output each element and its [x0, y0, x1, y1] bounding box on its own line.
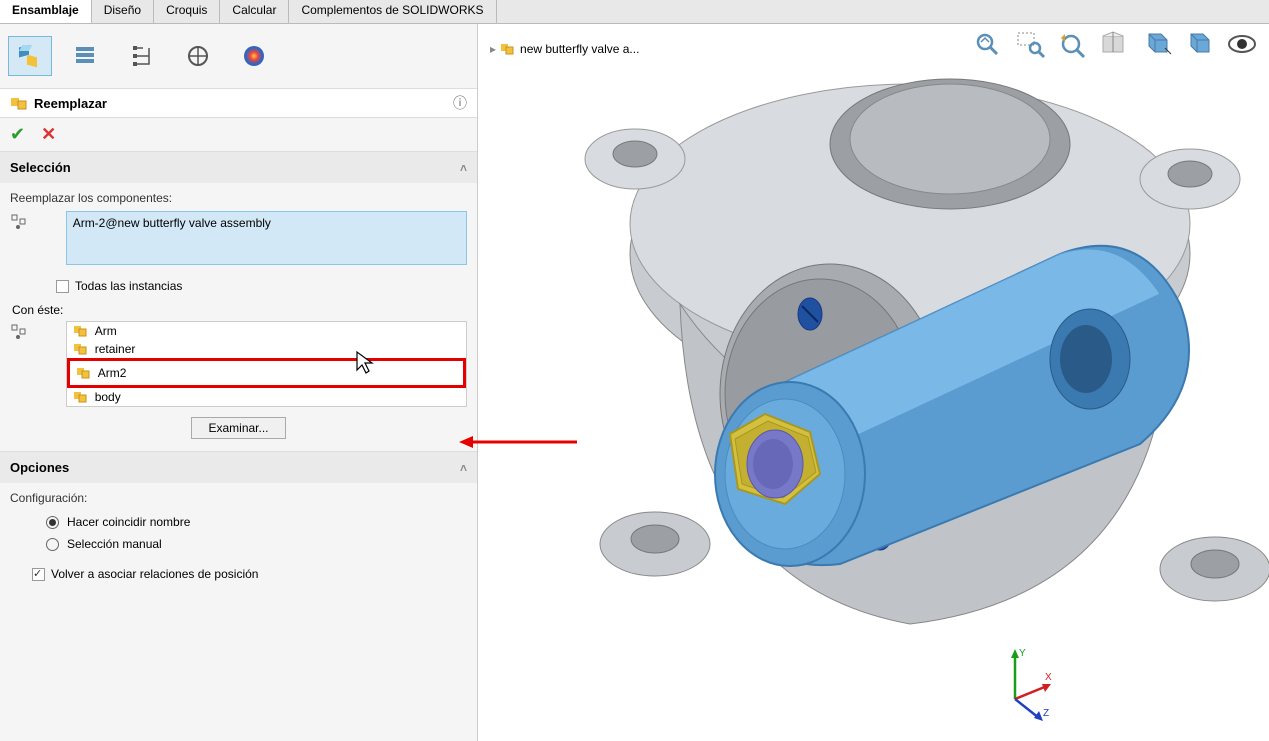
- replace-components-label: Reemplazar los componentes:: [10, 191, 467, 205]
- panel-toolbar: [0, 24, 477, 88]
- ok-button[interactable]: ✔: [10, 124, 25, 145]
- with-this-label: Con éste:: [12, 303, 467, 317]
- tab-calcular[interactable]: Calcular: [220, 0, 289, 23]
- list-item[interactable]: body: [67, 388, 466, 406]
- configuration-label: Configuración:: [10, 491, 467, 505]
- with-this-filter-icon[interactable]: [10, 323, 28, 341]
- match-name-radio[interactable]: [46, 516, 59, 529]
- tab-croquis[interactable]: Croquis: [154, 0, 220, 23]
- list-item-label: Arm: [95, 324, 117, 338]
- options-header-label: Opciones: [10, 460, 69, 475]
- selection-header-label: Selección: [10, 160, 71, 175]
- property-manager-tab[interactable]: [64, 36, 108, 76]
- display-manager-tab[interactable]: [232, 36, 276, 76]
- part-icon: [73, 324, 89, 338]
- list-item-label: body: [95, 390, 121, 404]
- selected-component-item[interactable]: Arm-2@new butterfly valve assembly: [73, 216, 460, 230]
- configuration-manager-tab[interactable]: [120, 36, 164, 76]
- command-title: Reemplazar: [34, 96, 453, 111]
- chevron-up-icon: ˄: [460, 161, 467, 175]
- options-section-header[interactable]: Opciones ˄: [0, 452, 477, 483]
- tab-ensamblaje[interactable]: Ensamblaje: [0, 0, 92, 23]
- replace-components-selectbox[interactable]: Arm-2@new butterfly valve assembly: [66, 211, 467, 265]
- options-section: Opciones ˄ Configuración: Hacer coincidi…: [0, 451, 477, 589]
- svg-text:Y: Y: [1019, 648, 1026, 659]
- all-instances-checkbox[interactable]: [56, 280, 69, 293]
- manual-selection-radio[interactable]: [46, 538, 59, 551]
- list-item-highlighted[interactable]: Arm2: [67, 358, 466, 388]
- selection-filter-icon[interactable]: [10, 213, 28, 231]
- selection-section-header[interactable]: Selección ˄: [0, 152, 477, 183]
- tab-complementos[interactable]: Complementos de SOLIDWORKS: [289, 0, 496, 23]
- graphics-viewport[interactable]: ▸ new butterfly valve a...: [480, 24, 1269, 741]
- chevron-up-icon: ˄: [460, 461, 467, 475]
- list-item-label: Arm2: [98, 366, 127, 380]
- property-manager-panel: Reemplazar ⓘ ✔ ✕ Selección ˄ Reemplazar …: [0, 24, 478, 741]
- part-icon: [76, 366, 92, 380]
- reassociate-mates-label: Volver a asociar relaciones de posición: [51, 567, 258, 581]
- cancel-button[interactable]: ✕: [41, 124, 56, 145]
- dimxpert-manager-tab[interactable]: [176, 36, 220, 76]
- ok-cancel-row: ✔ ✕: [0, 118, 477, 151]
- with-this-listbox[interactable]: Arm retainer Arm2 body: [66, 321, 467, 407]
- browse-button[interactable]: Examinar...: [191, 417, 285, 439]
- model-3d-view[interactable]: [480, 24, 1269, 741]
- mouse-cursor: [355, 350, 377, 376]
- list-item[interactable]: retainer: [67, 340, 466, 358]
- selection-section: Selección ˄ Reemplazar los componentes: …: [0, 151, 477, 451]
- feature-manager-tab[interactable]: [8, 36, 52, 76]
- all-instances-label: Todas las instancias: [75, 279, 182, 293]
- list-item-label: retainer: [95, 342, 136, 356]
- orientation-triad[interactable]: Y X Z: [995, 644, 1065, 724]
- help-icon[interactable]: ⓘ: [453, 93, 467, 113]
- command-header: Reemplazar ⓘ: [0, 88, 477, 118]
- tab-diseno[interactable]: Diseño: [92, 0, 154, 23]
- command-manager-tabs: Ensamblaje Diseño Croquis Calcular Compl…: [0, 0, 1269, 24]
- svg-text:X: X: [1045, 672, 1052, 683]
- part-icon: [73, 342, 89, 356]
- svg-text:Z: Z: [1043, 708, 1049, 719]
- manual-selection-label: Selección manual: [67, 537, 162, 551]
- reassociate-mates-checkbox[interactable]: [32, 568, 45, 581]
- match-name-label: Hacer coincidir nombre: [67, 515, 190, 529]
- part-icon: [73, 390, 89, 404]
- replace-command-icon: [10, 94, 28, 112]
- list-item[interactable]: Arm: [67, 322, 466, 340]
- annotation-arrow: [459, 434, 579, 450]
